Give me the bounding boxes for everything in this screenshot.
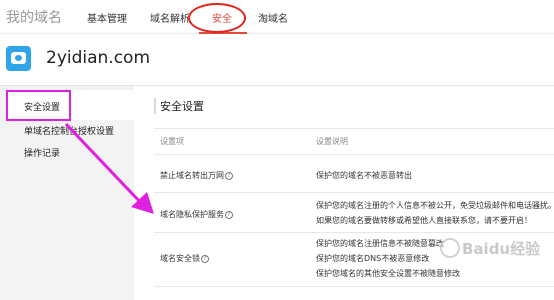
highlight-oval	[188, 3, 246, 33]
table-row-desc: 如果您的域名要做转移或希望他人直接联系您，请不要开启！	[316, 216, 532, 225]
table-row-label: 禁止域名转出万网?	[160, 170, 233, 181]
table-row-desc: 保护您的域名注册的个人信息不被公开，免受垃圾邮件和电话骚扰。	[316, 201, 554, 210]
table-row-desc: 保护您域名的其他安全设置不被随意修改	[316, 269, 460, 278]
domain-logo-icon	[6, 46, 31, 71]
table-row-desc: 保护您的域名注册信息不被随意篡改	[316, 239, 444, 248]
table-header-line	[154, 154, 554, 155]
highlight-box	[6, 90, 71, 121]
header-setting-item: 设置项	[160, 137, 184, 146]
header-setting-desc: 设置说明	[316, 137, 348, 146]
table-row-desc: 保护您的域名不被恶意转出	[316, 171, 412, 180]
tab-tao-domain[interactable]: 淘域名	[258, 10, 288, 25]
tab-basic-management[interactable]: 基本管理	[87, 10, 127, 25]
watermark-logo	[440, 238, 460, 258]
section-title: 安全设置	[160, 100, 204, 113]
table-row-label: 域名隐私保护服务?	[160, 209, 233, 220]
help-icon[interactable]: ?	[201, 254, 209, 263]
tab-dns[interactable]: 域名解析	[150, 10, 190, 25]
row-divider	[154, 192, 554, 193]
sidebar-item-operation-log[interactable]: 操作记录	[24, 146, 60, 159]
watermark-text: Baidu经验	[462, 240, 541, 258]
top-nav: 我的域名 基本管理 域名解析 安全 淘域名	[0, 0, 554, 34]
help-icon[interactable]: ?	[225, 210, 233, 219]
domain-name: 2yidian.com	[46, 48, 151, 68]
row-divider	[154, 232, 554, 233]
domain-header: 2yidian.com	[0, 34, 554, 86]
table-top-line	[154, 128, 554, 129]
row-divider	[154, 286, 554, 287]
sidebar-item-console-auth[interactable]: 单域名控制台授权设置	[24, 124, 114, 137]
my-domain-title[interactable]: 我的域名	[6, 7, 62, 27]
help-icon[interactable]: ?	[225, 171, 233, 180]
table-row-label: 域名安全锁?	[160, 253, 209, 264]
table-row-desc: 保护您的域名DNS不被恶意修改	[316, 254, 430, 263]
section-divider	[154, 98, 156, 114]
